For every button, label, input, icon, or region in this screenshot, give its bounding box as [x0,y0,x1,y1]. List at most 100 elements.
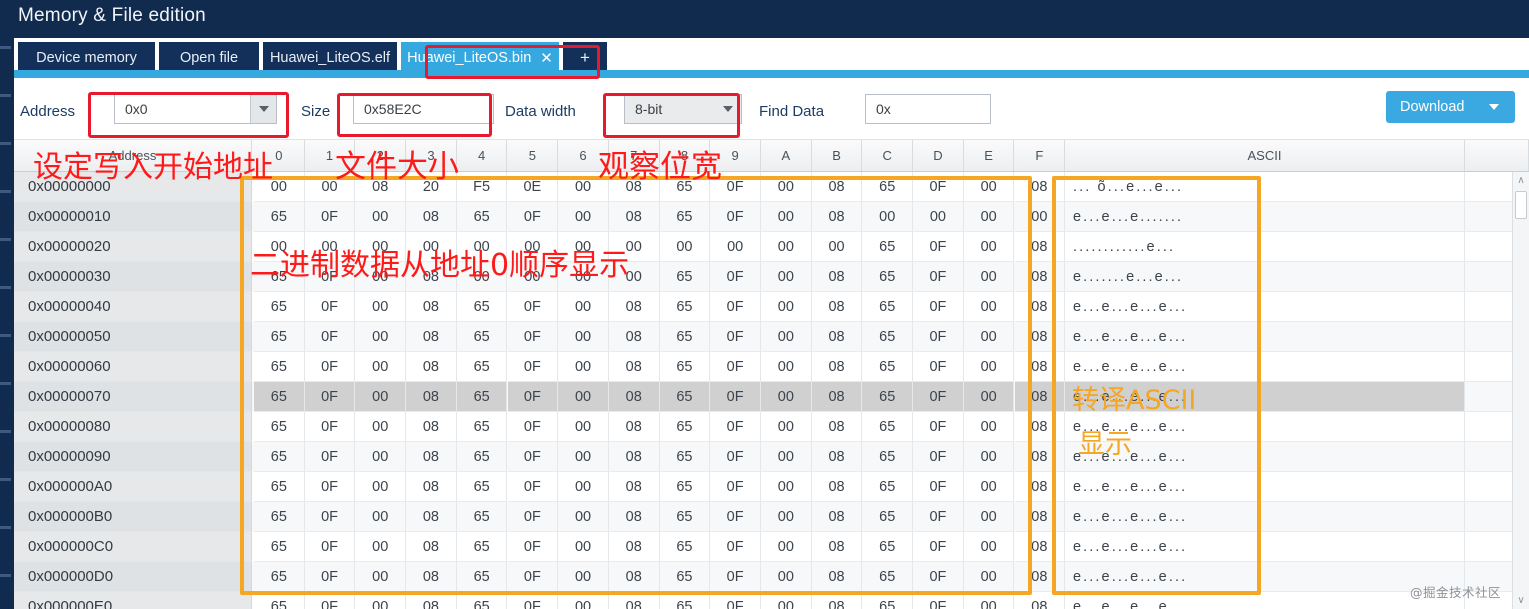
cell-byte[interactable]: 00 [761,202,812,232]
cell-byte[interactable]: 00 [963,502,1015,532]
table-row[interactable]: 0x00000030 65 0F 00 08 00 00 00 00 65 0F 00 08 65 0F 00… [14,262,1529,292]
cell-byte[interactable]: 08 [1014,292,1066,322]
cell-byte[interactable]: 65 [659,352,711,382]
cell-byte[interactable]: 08 [608,472,660,502]
cell-byte[interactable]: 0F [710,502,761,532]
cell-byte[interactable]: 00 [355,502,407,532]
column-header-byte-0[interactable]: 0 [254,140,305,171]
cell-byte[interactable]: 00 [811,232,863,262]
cell-byte[interactable]: 65 [456,382,508,412]
cell-byte[interactable]: 08 [1014,172,1066,202]
cell-byte[interactable]: 00 [963,412,1015,442]
table-row[interactable]: 0x000000B0 65 0F 00 08 65 0F 00 08 65 0F 00 08 65 0F 00… [14,502,1529,532]
cell-byte[interactable]: 00 [1014,202,1066,232]
table-row[interactable]: 0x00000040 65 0F 00 08 65 0F 00 08 65 0F 00 08 65 0F 00… [14,292,1529,322]
cell-byte[interactable]: 65 [862,262,914,292]
cell-byte[interactable]: 00 [963,442,1015,472]
cell-byte[interactable]: 00 [355,592,407,609]
cell-byte[interactable]: 00 [304,172,356,202]
cell-byte[interactable]: 08 [1015,592,1066,609]
cell-byte[interactable]: 00 [456,262,508,292]
cell-byte[interactable]: 00 [761,562,812,592]
cell-byte[interactable]: 00 [355,292,407,322]
cell-byte[interactable]: 65 [659,202,711,232]
cell-byte[interactable]: 00 [558,472,609,502]
cell-byte[interactable]: 00 [761,232,812,262]
cell-byte[interactable]: 0F [304,502,356,532]
column-header-byte-7[interactable]: 7 [608,140,660,171]
find-data-input[interactable]: 0x [865,94,991,124]
cell-byte[interactable]: 08 [811,412,863,442]
cell-byte[interactable]: 0F [913,382,964,412]
cell-byte[interactable]: 00 [558,502,609,532]
cell-byte[interactable]: 65 [254,262,305,292]
cell-byte[interactable]: 65 [254,322,305,352]
cell-byte[interactable]: 00 [558,232,609,262]
cell-byte[interactable]: 65 [456,352,508,382]
cell-byte[interactable]: 08 [608,412,660,442]
cell-byte[interactable]: 00 [761,172,812,202]
table-row[interactable]: 0x00000090 65 0F 00 08 65 0F 00 08 65 0F 00 08 65 0F 00… [14,442,1529,472]
cell-byte[interactable]: 0F [710,292,761,322]
cell-byte[interactable]: 0F [913,592,964,609]
cell-byte[interactable]: 0F [710,172,761,202]
cell-byte[interactable]: 00 [964,592,1015,609]
cell-byte[interactable]: 0F [710,352,761,382]
cell-byte[interactable]: 65 [456,322,508,352]
cell-byte[interactable]: 65 [862,592,914,609]
cell-byte[interactable]: 00 [761,472,812,502]
cell-byte[interactable]: 65 [862,382,914,412]
cell-byte[interactable]: 0F [710,442,761,472]
cell-byte[interactable]: 0F [913,502,964,532]
cell-byte[interactable]: 08 [608,382,660,412]
cell-byte[interactable]: F5 [456,172,508,202]
cell-byte[interactable]: 00 [710,232,761,262]
cell-byte[interactable]: 08 [406,442,457,472]
cell-byte[interactable]: 0F [507,382,559,412]
cell-byte[interactable]: 08 [1014,442,1066,472]
cell-byte[interactable]: 00 [254,172,305,202]
cell-byte[interactable]: 08 [1014,262,1066,292]
cell-byte[interactable]: 00 [659,232,711,262]
cell-byte[interactable]: 08 [811,562,863,592]
cell-byte[interactable]: 0F [913,172,964,202]
cell-byte[interactable]: 00 [761,382,812,412]
cell-byte[interactable]: 65 [254,592,305,609]
cell-byte[interactable]: 65 [862,352,914,382]
cell-byte[interactable]: 0F [507,532,559,562]
cell-byte[interactable]: 08 [406,382,457,412]
column-header-byte-F[interactable]: F [1014,140,1066,171]
scrollbar-thumb[interactable] [1515,191,1527,219]
cell-byte[interactable]: 08 [608,322,660,352]
cell-byte[interactable]: 00 [862,202,914,232]
scroll-up-icon[interactable]: ∧ [1513,172,1529,189]
chevron-down-icon[interactable] [715,95,741,123]
column-header-byte-6[interactable]: 6 [558,140,609,171]
cell-byte[interactable]: 00 [355,232,407,262]
cell-byte[interactable]: 00 [355,472,407,502]
cell-byte[interactable]: 65 [456,562,508,592]
cell-byte[interactable]: 65 [862,562,914,592]
cell-byte[interactable]: 00 [355,322,407,352]
cell-byte[interactable]: 00 [761,412,812,442]
cell-byte[interactable]: 65 [254,472,305,502]
cell-byte[interactable]: 0F [507,202,559,232]
cell-byte[interactable]: 00 [761,532,812,562]
cell-byte[interactable]: 00 [558,412,609,442]
cell-byte[interactable]: 0F [304,382,356,412]
cell-byte[interactable]: 0F [913,352,964,382]
table-row[interactable]: 0x00000000 00 00 08 20 F5 0E 00 08 65 0F 00 08 65 0F 00… [14,172,1529,202]
cell-byte[interactable]: 08 [811,292,863,322]
cell-byte[interactable]: 08 [811,502,863,532]
cell-byte[interactable]: 08 [406,472,457,502]
column-header-address[interactable]: Address [14,140,252,171]
cell-byte[interactable]: 08 [1014,322,1066,352]
cell-byte[interactable]: 65 [659,382,711,412]
cell-byte[interactable]: 08 [608,532,660,562]
cell-byte[interactable]: 08 [406,322,457,352]
cell-byte[interactable]: 0F [710,592,761,609]
cell-byte[interactable]: 08 [406,292,457,322]
cell-byte[interactable]: 00 [608,262,660,292]
cell-byte[interactable]: 08 [608,502,660,532]
cell-byte[interactable]: 08 [608,172,660,202]
